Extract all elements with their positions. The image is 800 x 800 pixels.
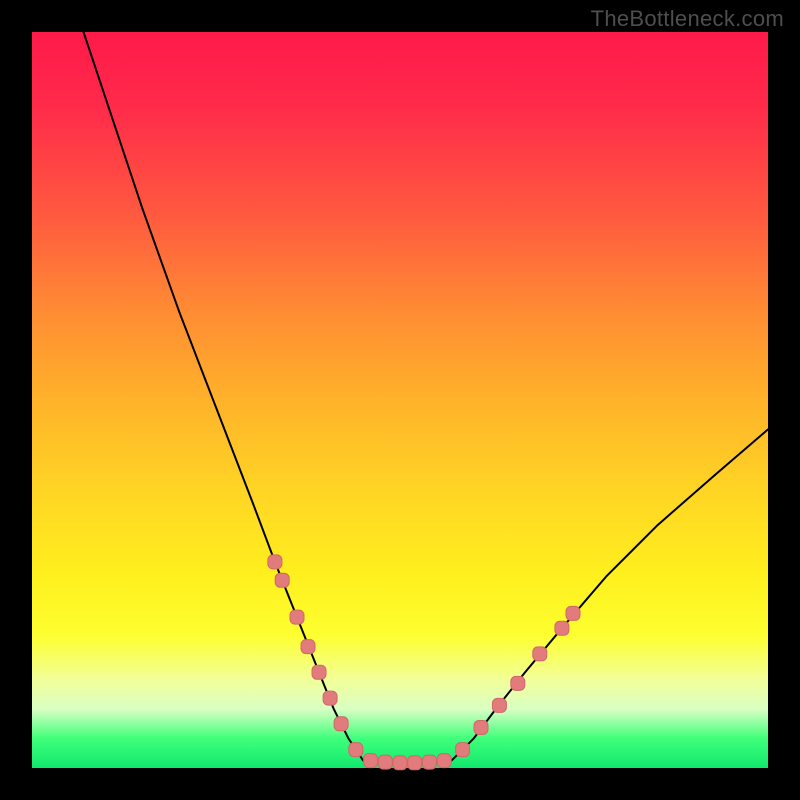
- watermark-text: TheBottleneck.com: [591, 6, 784, 32]
- data-marker: [456, 743, 470, 757]
- data-marker: [312, 665, 326, 679]
- data-marker: [364, 754, 378, 768]
- data-marker: [275, 573, 289, 587]
- data-marker: [393, 756, 407, 770]
- data-marker: [378, 755, 392, 769]
- data-marker: [408, 756, 422, 770]
- data-marker: [349, 743, 363, 757]
- data-marker: [437, 754, 451, 768]
- data-marker: [555, 621, 569, 635]
- plot-area: [32, 32, 768, 768]
- data-marker: [290, 610, 304, 624]
- curve-group: [84, 32, 769, 764]
- data-marker: [323, 691, 337, 705]
- data-marker: [511, 676, 525, 690]
- data-marker: [268, 555, 282, 569]
- data-marker: [533, 647, 547, 661]
- data-marker: [422, 755, 436, 769]
- data-marker: [492, 698, 506, 712]
- data-marker: [474, 721, 488, 735]
- data-marker: [334, 717, 348, 731]
- data-marker: [301, 640, 315, 654]
- chart-container: TheBottleneck.com: [0, 0, 800, 800]
- bottleneck-curve: [84, 32, 769, 764]
- chart-svg: [32, 32, 768, 768]
- data-marker: [566, 606, 580, 620]
